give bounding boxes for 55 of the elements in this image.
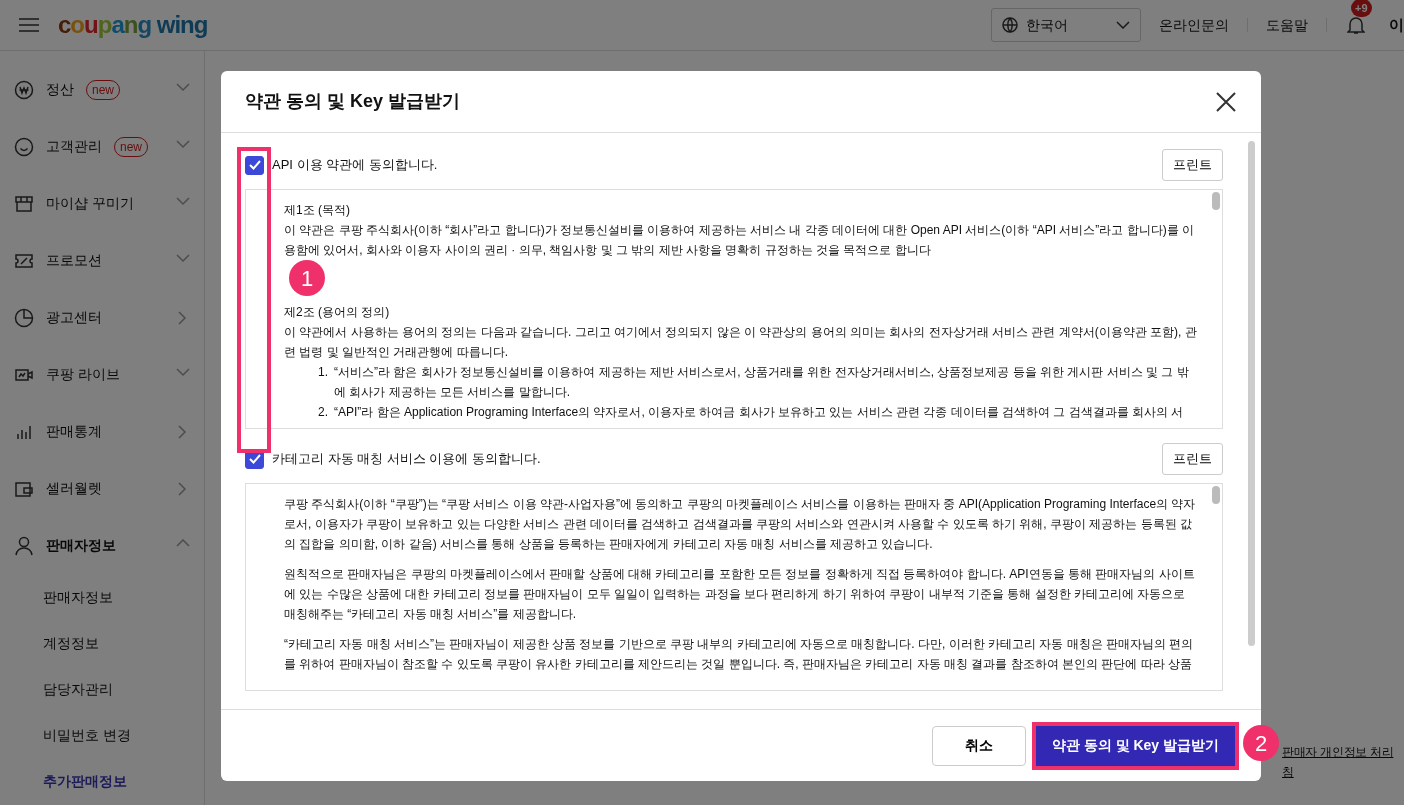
sidebar-item[interactable]: 고객관리 new <box>0 118 204 175</box>
list-number: 2. <box>318 404 328 421</box>
checkbox-label: 카테고리 자동 매칭 서비스 이용에 동의합니다. <box>272 450 541 469</box>
terms-paragraph: 이 약관은 쿠팡 주식회사(이하 “회사”라고 합니다)가 정보통신설비를 이용하여 제공하는 서비스 내 각종 데이터에 대한 Open API 서비스(이하 “API 서비스”라고 합니다)를 이용함에 있어서, 회사와 이용자 사이의 권리 · 의무, 책임사항 및 그 밖의 제반 사항을 명확히 규정하는 것을 목적으로 합니다 <box>284 222 1196 259</box>
header-link[interactable]: 온라인문의 <box>1141 18 1248 32</box>
scrollbar-thumb[interactable] <box>1248 141 1255 646</box>
checkbox[interactable] <box>245 155 264 175</box>
sidebar-subitem[interactable]: 담당자관리 <box>0 666 204 712</box>
user-name[interactable]: 이 <box>1389 13 1404 37</box>
cancel-button[interactable]: 취소 <box>931 725 1026 766</box>
sidebar-item[interactable]: 정산 new <box>0 61 204 118</box>
terms-heading: 제1조 (목적) <box>284 202 351 219</box>
sidebar-item[interactable]: 셀러월렛 <box>0 460 204 517</box>
sidebar-subitem[interactable]: 계정정보 <box>0 620 204 666</box>
terms-paragraph: “카테고리 자동 매칭 서비스”는 판매자님이 제공한 상품 정보를 기반으로 쿠팡 내부의 카테고리에 자동으로 매칭합니다. 다만, 이러한 카테고리 자동 매칭은 판매자님의 편의를 위하여 판매자님이 참조할 수 있도록 쿠팡이 유사한 카테고리를 제안드리는 것일 뿐입니다. 즉, 판매자님은 카테고리 자동 매칭 결과를 참조하여 본인의 판단에 따라 상품 <box>284 636 1195 673</box>
sidebar-item[interactable]: 쿠팡 라이브 <box>0 346 204 403</box>
shop-icon <box>14 193 34 214</box>
annotation-marker: 2 <box>1243 725 1279 761</box>
print-button[interactable]: 프린트 <box>1162 149 1223 181</box>
sidebar-subitem[interactable]: 비밀번호 변경 <box>0 712 204 758</box>
print-button[interactable]: 프린트 <box>1162 443 1223 475</box>
sidebar-item[interactable]: 마이샵 꾸미기 <box>0 175 204 232</box>
terms-list-item: “API”라 함은 Application Programing Interface의 약자로서, 이용자로 하여금 회사가 보유하고 있는 서비스 관련 각종 데이터를 검색하여 그 검색결과를 회사의 서 <box>334 404 1184 421</box>
header-link[interactable]: 도움말 <box>1248 18 1327 32</box>
scrollbar-thumb[interactable] <box>1212 192 1220 210</box>
language-select[interactable]: 한국어 <box>991 8 1141 42</box>
sidebar-item[interactable]: 프로모션 <box>0 232 204 289</box>
person-icon <box>14 535 34 556</box>
checkbox-label: API 이용 약관에 동의합니다. <box>272 156 438 175</box>
terms-list-item: “서비스”라 함은 회사가 정보통신설비를 이용하여 제공하는 제반 서비스로서, 상품거래를 위한 전자상거래서비스, 상품정보제공 등을 위한 게시판 서비스 및 그 밖에 회사가 제공하는 모든 서비스를 말합니다. <box>334 364 1190 401</box>
globe-icon <box>1002 17 1018 33</box>
terms-paragraph: 이 약관에서 사용하는 용어의 정의는 다음과 같습니다. 그리고 여기에서 정의되지 않은 이 약관상의 용어의 의미는 회사의 전자상거래 서비스 관련 계약서(이용약관 포함), 관련 법령 및 일반적인 거래관행에 따릅니다. <box>284 324 1198 361</box>
annotation-marker: 1 <box>289 260 325 296</box>
terms-paragraph: 쿠팡 주식회사(이하 “쿠팡”)는 “쿠팡 서비스 이용 약관-사업자용”에 동의하고 쿠팡의 마켓플레이스 서비스를 이용하는 판매자 중 API(Application Programing Interface의 약자로서, 이용자가 쿠팡이 보유하고 있는 다양한 서비스 관련 데이터를 검색하고 검색결과를 쿠팡의 서비스와 연관시켜 사용할 수 있도록 하기 위해, 쿠팡이 제공하는 등록된 값의 집합을 의미함, 이하 같음) 서비스를 통해 상품을 등록하는 판매자에게 카테고리 자동 매칭 서비스를 제공하고 있습니다. <box>284 496 1197 553</box>
terms-heading: 제2조 (용어의 정의) <box>284 304 391 321</box>
notification-badge: +9 <box>1351 0 1372 18</box>
checkmark-icon <box>248 160 261 170</box>
won-icon <box>14 79 34 100</box>
bell-icon[interactable] <box>1347 15 1365 36</box>
sidebar-item[interactable]: 판매자정보 <box>0 517 204 574</box>
logo-text[interactable]: coupang wing <box>58 7 208 43</box>
terms-paragraph: 원칙적으로 판매자님은 쿠팡의 마켓플레이스에서 판매할 상품에 대해 카테고리를 포함한 모든 정보를 정확하게 직접 등록하여야 합니다. API연동을 통해 판매자님의 사이트에 있는 수많은 상품에 대한 카테고리 정보를 판매자님이 모두 일일이 입력하는 과정을 보다 편리하게 하기 위하여 쿠팡이 내부적 기준을 통해 설정한 카테고리에 자동으로 매칭해주는 “카테고리 자동 매칭 서비스”를 제공합니다. <box>284 566 1196 623</box>
list-number: 1. <box>318 364 328 381</box>
sidebar-subitem[interactable]: 추가판매정보 <box>0 758 204 804</box>
pie-chart-icon <box>14 307 34 328</box>
sidebar-item[interactable]: 판매통계 <box>0 403 204 460</box>
smile-icon <box>14 136 34 157</box>
close-icon[interactable] <box>1215 90 1237 113</box>
sidebar-item[interactable]: 광고센터 <box>0 289 204 346</box>
chevron-down-icon <box>1116 21 1130 29</box>
menu-icon[interactable] <box>18 17 40 33</box>
scrollbar-thumb[interactable] <box>1212 486 1220 504</box>
sidebar-subitem[interactable]: 판매자정보 <box>0 574 204 620</box>
modal-title: 약관 동의 및 Key 발급받기 <box>245 90 461 113</box>
checkmark-icon <box>248 454 261 464</box>
